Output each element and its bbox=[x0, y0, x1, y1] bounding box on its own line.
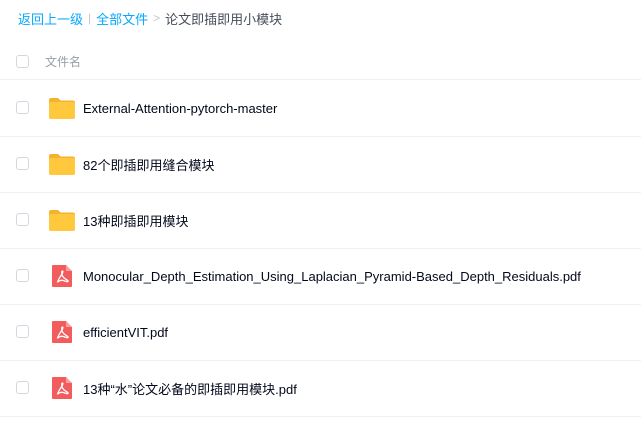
pdf-icon bbox=[48, 376, 76, 400]
file-name[interactable]: efficientVIT.pdf bbox=[83, 325, 168, 340]
file-name[interactable]: External-Attention-pytorch-master bbox=[83, 101, 277, 116]
back-link[interactable]: 返回上一级 bbox=[18, 9, 83, 28]
breadcrumb: 返回上一级 | 全部文件 > 论文即插即用小模块 bbox=[18, 8, 282, 28]
file-row[interactable]: efficientVIT.pdf bbox=[0, 304, 641, 361]
folder-icon bbox=[48, 152, 76, 176]
file-name[interactable]: 13种“水”论文必备的即插即用模块.pdf bbox=[83, 379, 297, 398]
row-checkbox[interactable] bbox=[16, 381, 29, 394]
breadcrumb-separator: | bbox=[88, 11, 92, 25]
file-name[interactable]: Monocular_Depth_Estimation_Using_Laplaci… bbox=[83, 269, 581, 284]
current-folder-label: 论文即插即用小模块 bbox=[165, 11, 283, 27]
file-name[interactable]: 13种即插即用模块 bbox=[83, 211, 188, 230]
row-checkbox[interactable] bbox=[16, 101, 29, 114]
row-checkbox[interactable] bbox=[16, 213, 29, 226]
select-all-checkbox[interactable] bbox=[16, 55, 29, 68]
pdf-icon bbox=[48, 264, 76, 288]
file-row[interactable]: External-Attention-pytorch-master bbox=[0, 80, 641, 137]
pdf-icon bbox=[48, 320, 76, 344]
folder-icon bbox=[48, 208, 76, 232]
folder-icon bbox=[48, 96, 76, 120]
file-name[interactable]: 82个即插即用缝合模块 bbox=[83, 155, 214, 174]
row-checkbox[interactable] bbox=[16, 325, 29, 338]
file-row[interactable]: 13种“水”论文必备的即插即用模块.pdf bbox=[0, 360, 641, 417]
file-list-header: 文件名 bbox=[0, 44, 641, 80]
row-checkbox[interactable] bbox=[16, 157, 29, 170]
breadcrumb-chevron: > bbox=[153, 11, 161, 25]
file-row[interactable]: 13种即插即用模块 bbox=[0, 192, 641, 249]
file-row[interactable]: Monocular_Depth_Estimation_Using_Laplaci… bbox=[0, 248, 641, 305]
column-header-filename: 文件名 bbox=[45, 55, 82, 69]
row-checkbox[interactable] bbox=[16, 269, 29, 282]
all-files-link[interactable]: 全部文件 bbox=[96, 9, 148, 28]
file-row[interactable]: 82个即插即用缝合模块 bbox=[0, 136, 641, 193]
